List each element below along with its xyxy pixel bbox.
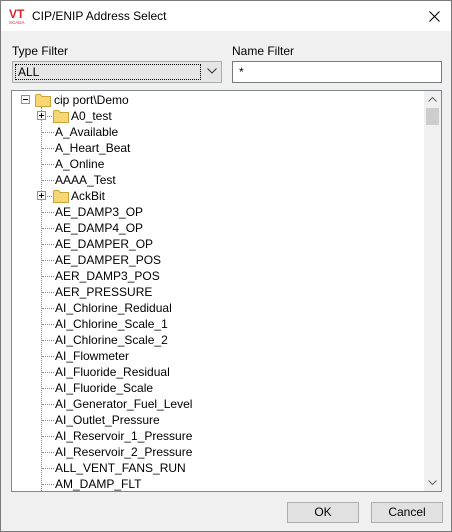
chevron-up-icon: [428, 97, 437, 102]
tree-guide-line: [42, 468, 54, 469]
chevron-down-icon: [207, 68, 217, 74]
tree-item-label: AE_DAMP3_OP: [55, 205, 144, 219]
folder-icon: [35, 93, 51, 107]
title-bar[interactable]: VT SCADA CIP/ENIP Address Select: [1, 1, 451, 31]
cancel-button[interactable]: Cancel: [371, 502, 443, 523]
ok-button[interactable]: OK: [287, 502, 359, 523]
tree-guide-line: [42, 228, 54, 229]
type-filter-dropdown[interactable]: ALL: [12, 61, 222, 83]
tree-guide-line: [42, 324, 54, 325]
tree-item-label: AE_DAMP4_OP: [55, 221, 144, 235]
name-filter-label: Name Filter: [232, 44, 295, 58]
tree-guide-line: [42, 212, 54, 213]
tree-item-label: AAAA_Test: [55, 173, 116, 187]
folder-icon: [53, 109, 69, 123]
close-button[interactable]: [417, 1, 451, 31]
tree-item-label: AE_DAMPER_POS: [55, 253, 162, 267]
tree-item-label: A_Available: [55, 125, 119, 139]
tree-item-label: AI_Flowmeter: [55, 349, 130, 363]
tree-guide-line: [42, 372, 54, 373]
name-filter-input[interactable]: *: [232, 61, 442, 83]
tree-guide-line: [42, 484, 54, 485]
tree-item-label: ALL_VENT_FANS_RUN: [55, 461, 186, 475]
vertical-scrollbar[interactable]: [424, 91, 441, 491]
tree-content: cip port\Demo A0_test A_Available A_Heart_B…: [12, 91, 425, 491]
tree-guide-line: [42, 276, 54, 277]
tree-item-label: AM_DAMP_FLT: [55, 477, 142, 491]
tree-item-label: AI_Generator_Fuel_Level: [55, 397, 193, 411]
close-icon: [428, 10, 440, 22]
vt-scada-logo-icon: VT SCADA: [9, 7, 25, 25]
tree-root-label: cip port\Demo: [54, 93, 129, 107]
tree-guide-line: [42, 292, 54, 293]
tree-guide-line: [42, 244, 54, 245]
type-filter-label: Type Filter: [12, 44, 69, 58]
tree-guide-line: [42, 308, 54, 309]
tree-item-label: AI_Chlorine_Scale_2: [55, 333, 168, 347]
tree-item-label: AI_Fluoride_Scale: [55, 381, 154, 395]
tree-guide-line: [42, 452, 54, 453]
expand-icon[interactable]: [37, 191, 46, 200]
tree-guide-line: [42, 164, 54, 165]
tree-guide-line: [42, 148, 54, 149]
collapse-icon[interactable]: [21, 95, 30, 104]
window-title: CIP/ENIP Address Select: [32, 9, 167, 23]
tree-item-label: AI_Reservoir_2_Pressure: [55, 445, 193, 459]
tree-guide-line: [42, 356, 54, 357]
tree-item-label: AI_Chlorine_Scale_1: [55, 317, 168, 331]
tree-guide-line: [42, 436, 54, 437]
chevron-down-icon: [428, 480, 437, 485]
folder-icon: [53, 189, 69, 203]
tree-item-label: AI_Fluoride_Residual: [55, 365, 170, 379]
type-filter-value: ALL: [15, 64, 201, 80]
dialog-window: VT SCADA CIP/ENIP Address Select Type Fi…: [0, 0, 452, 532]
tree-guide-line: [42, 260, 54, 261]
tree-guide-line: [42, 420, 54, 421]
scroll-down-button[interactable]: [424, 474, 441, 491]
tree-guide-line: [42, 180, 54, 181]
tree-guide-line: [42, 340, 54, 341]
tree-item-label: A_Heart_Beat: [55, 141, 131, 155]
svg-text:SCADA: SCADA: [9, 20, 25, 25]
svg-text:VT: VT: [9, 7, 25, 21]
address-tree[interactable]: cip port\Demo A0_test A_Available A_Heart_B…: [11, 90, 442, 492]
tree-guide-line: [42, 404, 54, 405]
tree-item-label: AI_Reservoir_1_Pressure: [55, 429, 193, 443]
scroll-up-button[interactable]: [424, 91, 441, 108]
scroll-thumb[interactable]: [426, 108, 439, 125]
tree-item-label: AER_PRESSURE: [55, 285, 153, 299]
tree-item-label: A0_test: [71, 109, 112, 123]
tree-guide-line: [42, 388, 54, 389]
tree-item-label: AE_DAMPER_OP: [55, 237, 154, 251]
tree-item-label: AER_DAMP3_POS: [55, 269, 160, 283]
tree-item-label: AI_Outlet_Pressure: [55, 413, 160, 427]
tree-guide-line: [42, 132, 54, 133]
expand-icon[interactable]: [37, 111, 46, 120]
tree-item-label: A_Online: [55, 157, 105, 171]
tree-item-label: AckBit: [71, 189, 106, 203]
tree-item-label: AI_Chlorine_Redidual: [55, 301, 172, 315]
